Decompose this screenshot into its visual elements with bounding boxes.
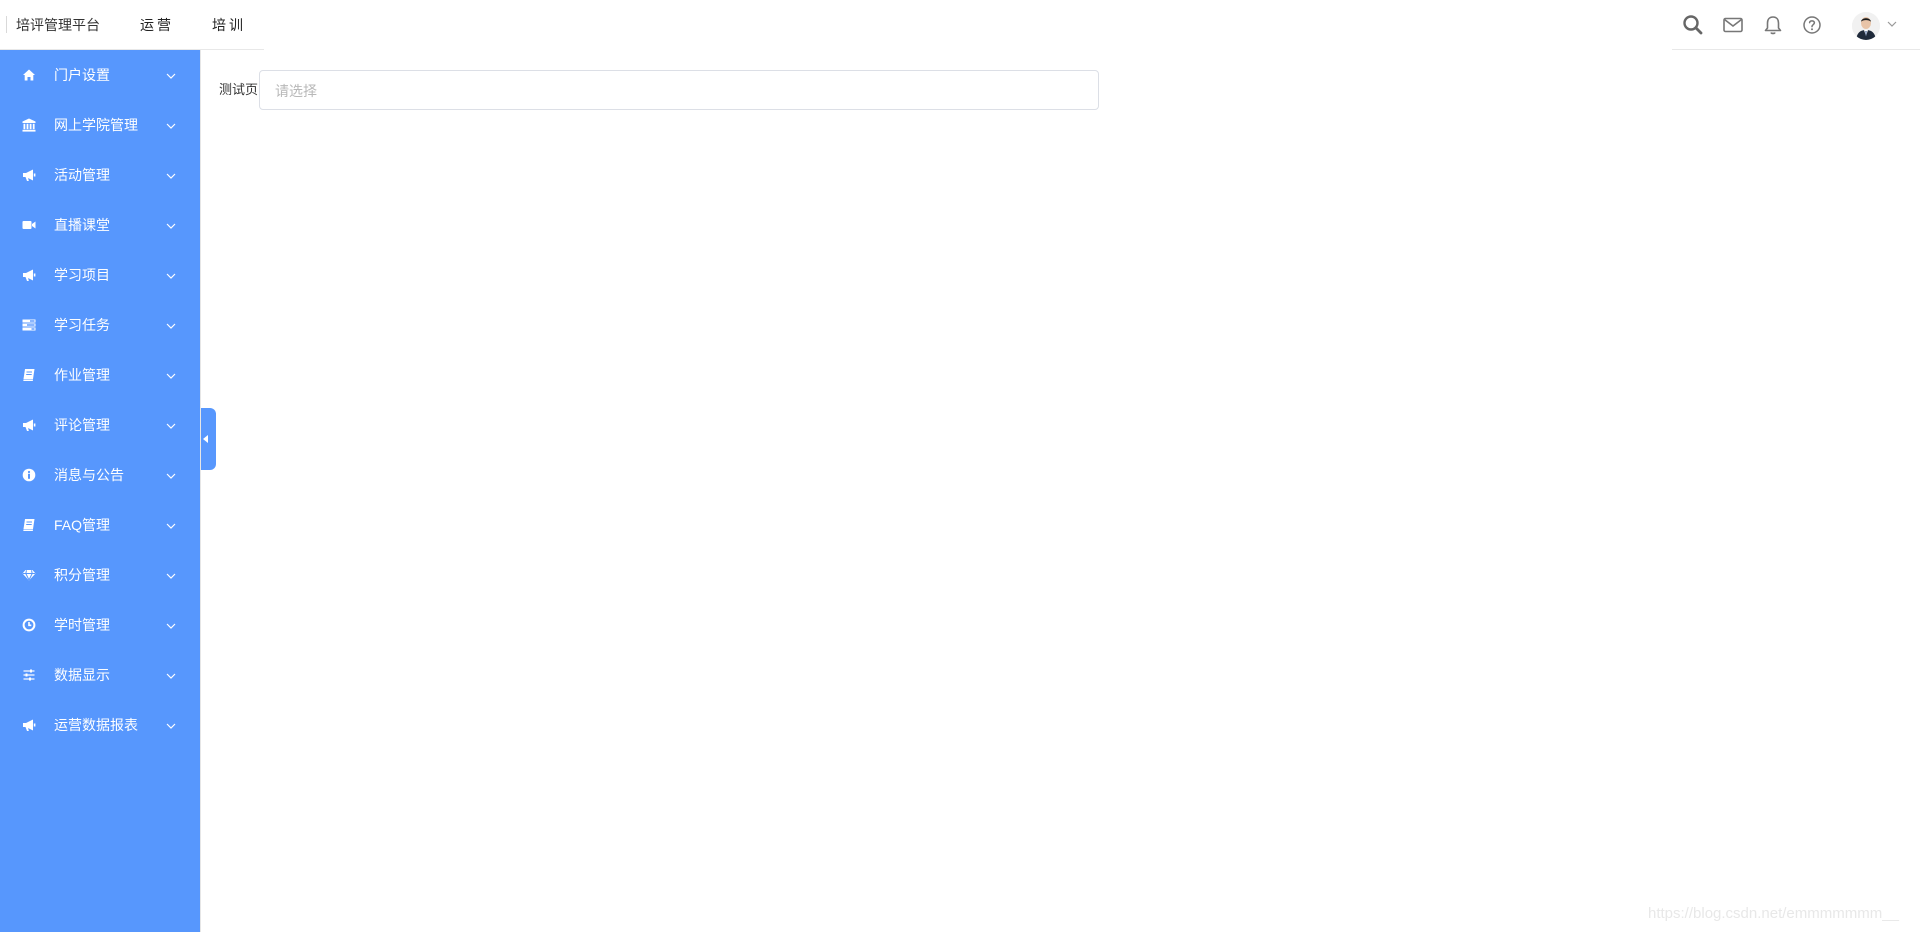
sidebar-item-comment-management[interactable]: 评论管理 [0, 400, 200, 450]
chevron-down-icon [165, 719, 177, 731]
sliders-icon [22, 668, 36, 682]
megaphone-icon [22, 418, 36, 432]
chevron-down-icon [165, 169, 177, 181]
sidebar-item-label: 直播课堂 [54, 217, 110, 233]
sidebar-item-online-academy[interactable]: 网上学院管理 [0, 100, 200, 150]
sidebar-item-study-hours-management[interactable]: 学时管理 [0, 600, 200, 650]
book-icon [22, 368, 36, 382]
chevron-down-icon [165, 369, 177, 381]
sidebar-item-operations-reports[interactable]: 运营数据报表 [0, 700, 200, 750]
chevron-down-icon [165, 519, 177, 531]
chevron-down-icon [165, 569, 177, 581]
chevron-down-icon [165, 69, 177, 81]
clock-icon [22, 618, 36, 632]
main-content [200, 50, 1920, 932]
bell-icon[interactable] [1762, 14, 1784, 36]
brand-divider [6, 16, 7, 33]
chevron-down-icon [165, 419, 177, 431]
video-icon [22, 218, 36, 232]
test-page-select[interactable]: 请选择 [259, 70, 1099, 110]
chevron-down-icon[interactable] [1886, 17, 1898, 29]
help-icon[interactable] [1801, 14, 1823, 36]
sidebar-item-homework-management[interactable]: 作业管理 [0, 350, 200, 400]
sidebar-item-points-management[interactable]: 积分管理 [0, 550, 200, 600]
chevron-down-icon [165, 319, 177, 331]
search-icon[interactable] [1682, 14, 1704, 36]
chevron-down-icon [165, 119, 177, 131]
top-bar: 培评管理平台 运营 培训 [0, 0, 1920, 50]
sidebar-item-messages-announcements[interactable]: 消息与公告 [0, 450, 200, 500]
sidebar-item-label: 消息与公告 [54, 467, 124, 483]
sidebar-item-data-display[interactable]: 数据显示 [0, 650, 200, 700]
mail-icon[interactable] [1722, 14, 1744, 36]
sidebar-item-label: 数据显示 [54, 667, 110, 683]
nav-item-operations[interactable]: 运营 [140, 15, 174, 35]
watermark: https://blog.csdn.net/emmmmmmm__ [1648, 905, 1899, 922]
tasks-icon [22, 318, 36, 332]
chevron-down-icon [165, 219, 177, 231]
chevron-down-icon [165, 619, 177, 631]
chevron-down-icon [165, 469, 177, 481]
select-placeholder: 请选择 [275, 83, 317, 99]
sidebar-item-label: 作业管理 [54, 367, 110, 383]
sidebar-item-learning-projects[interactable]: 学习项目 [0, 250, 200, 300]
sidebar-item-label: 积分管理 [54, 567, 110, 583]
chevron-down-icon [165, 669, 177, 681]
avatar[interactable] [1852, 12, 1880, 40]
chevron-down-icon [165, 269, 177, 281]
field-label: 测试页 [219, 82, 259, 97]
sidebar-item-label: 学习项目 [54, 267, 110, 283]
book-icon [22, 518, 36, 532]
sidebar-item-portal-settings[interactable]: 门户设置 [0, 50, 200, 100]
megaphone-icon [22, 718, 36, 732]
sidebar-item-label: 网上学院管理 [54, 117, 138, 133]
sidebar-item-label: 门户设置 [54, 67, 110, 83]
sidebar-item-label: 学习任务 [54, 317, 110, 333]
sidebar-item-faq-management[interactable]: FAQ管理 [0, 500, 200, 550]
sidebar-item-label: 活动管理 [54, 167, 110, 183]
diamond-icon [22, 568, 36, 582]
sidebar: 门户设置 网上学院管理 活动管理 直播课堂 学习项目 学习任务 作业管理 评论管… [0, 50, 200, 932]
home-icon [22, 68, 36, 82]
institution-icon [22, 118, 36, 132]
sidebar-item-label: 运营数据报表 [54, 717, 138, 733]
megaphone-icon [22, 168, 36, 182]
info-icon [22, 468, 36, 482]
sidebar-item-label: FAQ管理 [54, 517, 111, 533]
sidebar-item-learning-tasks[interactable]: 学习任务 [0, 300, 200, 350]
nav-item-training[interactable]: 培训 [212, 15, 246, 35]
megaphone-icon [22, 268, 36, 282]
sidebar-item-activity-management[interactable]: 活动管理 [0, 150, 200, 200]
sidebar-item-live-classroom[interactable]: 直播课堂 [0, 200, 200, 250]
sidebar-item-label: 学时管理 [54, 617, 110, 633]
app-title: 培评管理平台 [16, 17, 100, 33]
sidebar-item-label: 评论管理 [54, 417, 110, 433]
